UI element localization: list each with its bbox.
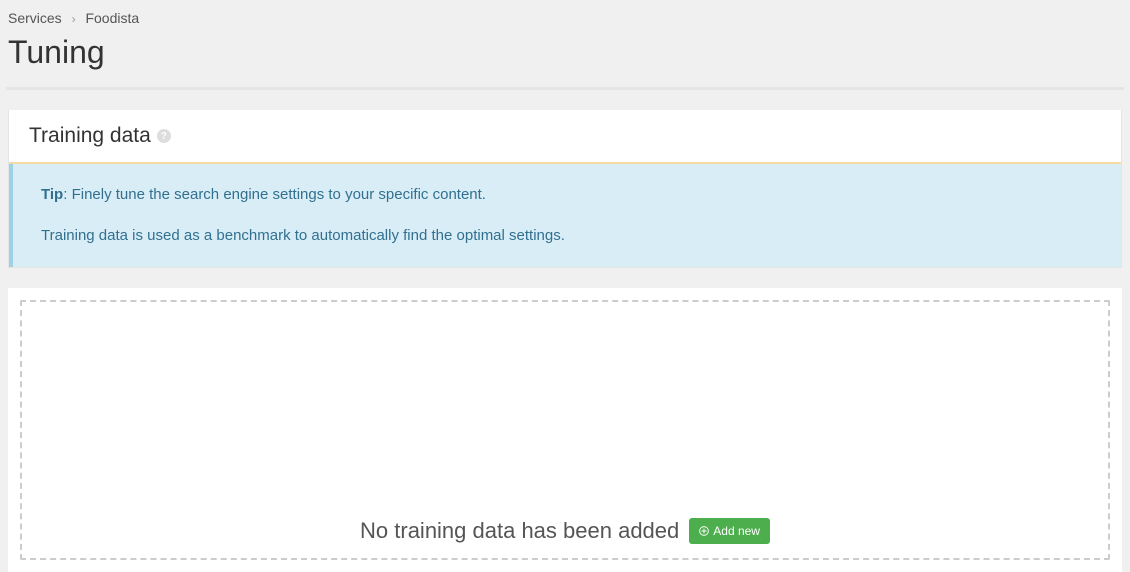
add-new-button[interactable]: Add new bbox=[689, 518, 770, 544]
add-new-label: Add new bbox=[713, 524, 760, 538]
chevron-right-icon: › bbox=[72, 12, 76, 26]
empty-state: No training data has been added Add new bbox=[360, 518, 770, 550]
training-data-drop-area[interactable]: No training data has been added Add new bbox=[20, 300, 1110, 560]
training-data-panel: Training data ? Tip: Finely tune the sea… bbox=[8, 110, 1122, 268]
plus-circle-icon bbox=[699, 526, 709, 536]
tip-label: Tip bbox=[41, 186, 63, 203]
tip-line1: : Finely tune the search engine settings… bbox=[63, 186, 486, 203]
help-icon[interactable]: ? bbox=[157, 129, 171, 143]
tip-alert: Tip: Finely tune the search engine setti… bbox=[9, 164, 1121, 267]
page-title: Tuning bbox=[0, 30, 1130, 87]
breadcrumb: Services › Foodista bbox=[0, 0, 1130, 30]
breadcrumb-parent[interactable]: Services bbox=[8, 10, 62, 26]
main-content: No training data has been added Add new bbox=[8, 288, 1122, 572]
panel-header: Training data ? bbox=[9, 110, 1121, 164]
panel-heading: Training data bbox=[29, 124, 151, 148]
empty-message: No training data has been added bbox=[360, 518, 679, 544]
breadcrumb-current[interactable]: Foodista bbox=[85, 10, 139, 26]
tip-line2: Training data is used as a benchmark to … bbox=[41, 225, 1093, 248]
divider bbox=[6, 87, 1124, 90]
